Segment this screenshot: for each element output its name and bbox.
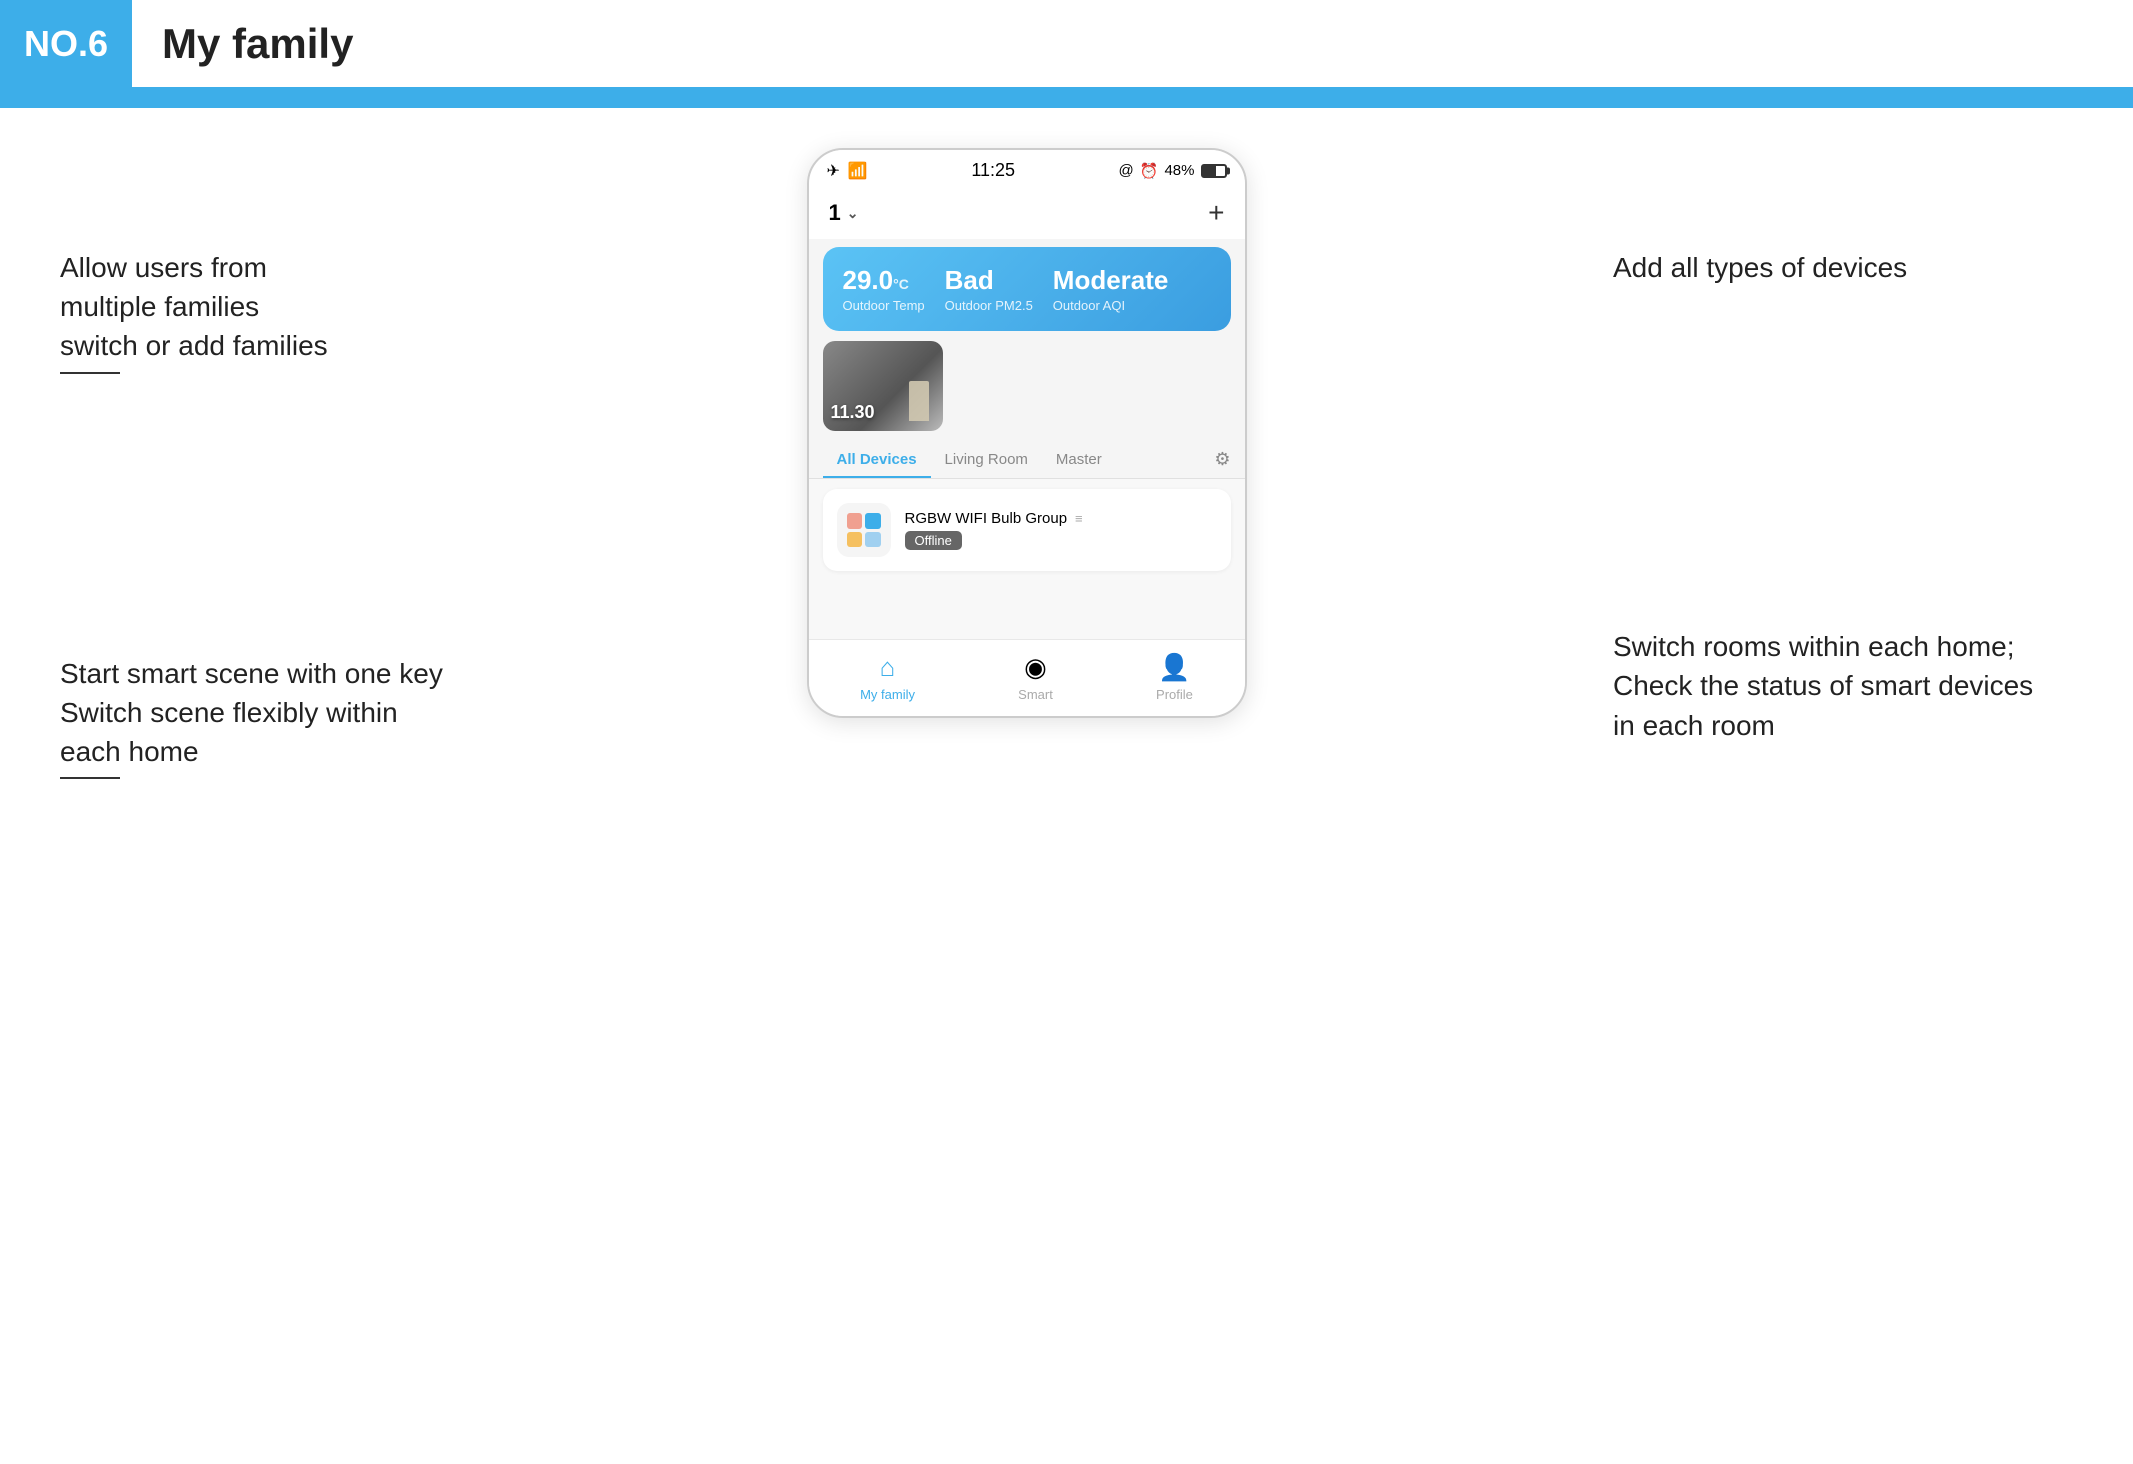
weather-aqi: Moderate Outdoor AQI <box>1053 265 1169 313</box>
status-time: 11:25 <box>971 160 1015 181</box>
bulb-sq2 <box>865 513 881 529</box>
status-bar: ✈ 📶 11:25 @ ⏰ 48% <box>809 150 1245 187</box>
bulb-sq4 <box>865 532 881 548</box>
phone-mockup: ✈ 📶 11:25 @ ⏰ 48% 1 ⌄ <box>807 148 1247 718</box>
device-link-icon: ≡ <box>1075 511 1083 526</box>
device-icon-wrap <box>837 503 891 557</box>
device-name-row: RGBW WIFI Bulb Group ≡ <box>905 510 1217 527</box>
status-left: ✈ 📶 <box>827 161 868 181</box>
bulb-group-icon <box>847 513 881 547</box>
tab-master[interactable]: Master <box>1042 441 1116 478</box>
bottom-nav: ⌂ My family ◉ Smart 👤 Profile <box>809 639 1245 716</box>
annotation-families: Allow users frommultiple familiesswitch … <box>60 248 460 374</box>
status-right: @ ⏰ 48% <box>1119 162 1227 180</box>
scene-thumbnail[interactable]: 11.30 <box>823 341 943 431</box>
annotation-scene: Start smart scene with one keySwitch sce… <box>60 654 460 780</box>
nav-my-family[interactable]: ⌂ My family <box>860 652 915 702</box>
weather-temp: 29.0°C Outdoor Temp <box>843 265 925 313</box>
airplane-icon: ✈ <box>827 161 840 181</box>
tab-all-devices[interactable]: All Devices <box>823 441 931 478</box>
family-selector[interactable]: 1 ⌄ <box>829 200 859 226</box>
annotation-add-devices: Add all types of devices <box>1613 248 2073 287</box>
nav-my-family-label: My family <box>860 687 915 702</box>
alarm-icon: ⏰ <box>1140 162 1159 180</box>
phone-nav: 1 ⌄ + <box>809 187 1245 239</box>
tab-living-room[interactable]: Living Room <box>931 441 1042 478</box>
annotation-switch-rooms: Switch rooms within each home;Check the … <box>1613 627 2073 745</box>
aqi-label: Outdoor AQI <box>1053 298 1169 313</box>
wifi-icon: 📶 <box>848 161 868 181</box>
page-title: My family <box>162 20 353 68</box>
phone-container: ✈ 📶 11:25 @ ⏰ 48% 1 ⌄ <box>480 148 1573 779</box>
accent-bar <box>0 90 2133 108</box>
device-info: RGBW WIFI Bulb Group ≡ Offline <box>905 510 1217 550</box>
weather-pm25: Bad Outdoor PM2.5 <box>945 265 1033 313</box>
nav-profile[interactable]: 👤 Profile <box>1156 652 1193 702</box>
family-number: 1 <box>829 200 841 226</box>
device-status-badge: Offline <box>905 531 962 550</box>
room-tabs: All Devices Living Room Master ⚙ <box>809 441 1245 479</box>
nav-profile-label: Profile <box>1156 687 1193 702</box>
no-badge: NO.6 <box>0 0 132 87</box>
person-icon: 👤 <box>1158 652 1190 683</box>
nav-smart-label: Smart <box>1018 687 1053 702</box>
battery-icon <box>1201 164 1227 178</box>
left-annotations: Allow users frommultiple familiesswitch … <box>60 148 480 779</box>
bulb-sq1 <box>847 513 863 529</box>
bulb-sq3 <box>847 532 863 548</box>
device-name: RGBW WIFI Bulb Group <box>905 510 1068 527</box>
battery-percent: 48% <box>1164 162 1194 179</box>
device-list: RGBW WIFI Bulb Group ≡ Offline <box>809 479 1245 639</box>
main-content: Allow users frommultiple familiesswitch … <box>0 148 2133 779</box>
add-device-button[interactable]: + <box>1208 197 1224 229</box>
room-settings-icon[interactable]: ⚙ <box>1214 449 1230 470</box>
home-icon: ⌂ <box>880 652 896 683</box>
temp-label: Outdoor Temp <box>843 298 925 313</box>
signal-icon: @ <box>1119 162 1134 179</box>
right-annotations: Add all types of devices Switch rooms wi… <box>1573 148 2073 779</box>
scene-door-decoration <box>909 381 929 421</box>
weather-card: 29.0°C Outdoor Temp Bad Outdoor PM2.5 Mo… <box>823 247 1231 331</box>
page-header: NO.6 My family <box>0 0 2133 90</box>
aqi-value: Moderate <box>1053 265 1169 296</box>
chevron-down-icon: ⌄ <box>847 205 859 222</box>
device-card[interactable]: RGBW WIFI Bulb Group ≡ Offline <box>823 489 1231 571</box>
pm25-label: Outdoor PM2.5 <box>945 298 1033 313</box>
smart-icon: ◉ <box>1024 652 1047 683</box>
nav-smart[interactable]: ◉ Smart <box>1018 652 1053 702</box>
pm25-value: Bad <box>945 265 1033 296</box>
scene-time: 11.30 <box>831 402 875 423</box>
